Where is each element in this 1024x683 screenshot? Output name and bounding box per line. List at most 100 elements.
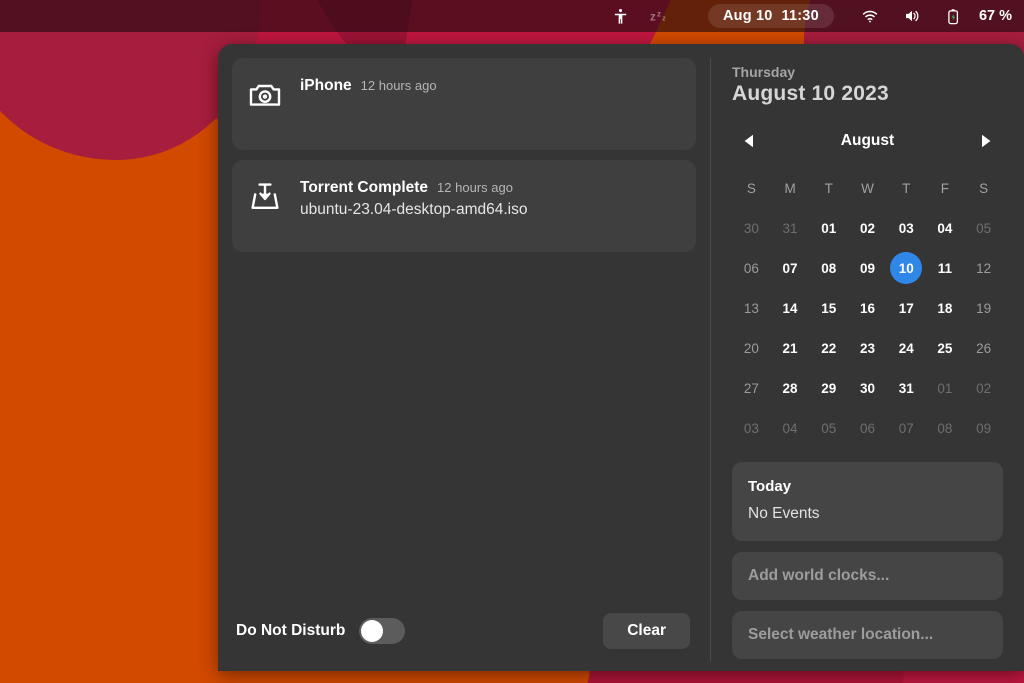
calendar-day-initial: S	[979, 180, 989, 196]
notification-item[interactable]: Torrent Complete 12 hours ago ubuntu-23.…	[232, 160, 696, 252]
top-bar-center-region: z z z Aug 10 11:30 67 %	[600, 0, 1024, 32]
calendar-day[interactable]: 18	[929, 292, 961, 324]
calendar-day[interactable]: 20	[735, 332, 767, 364]
calendar-day[interactable]: 01	[813, 212, 845, 244]
calendar-day[interactable]: 08	[929, 412, 961, 444]
calendar-day[interactable]: 29	[813, 372, 845, 404]
notification-message: ubuntu-23.04-desktop-amd64.iso	[300, 201, 528, 218]
chevron-left-icon[interactable]	[736, 128, 762, 154]
calendar-day-initial: M	[784, 180, 796, 196]
calendar-day[interactable]: 06	[851, 412, 883, 444]
calendar-day[interactable]: 08	[813, 252, 845, 284]
download-tray-icon	[246, 178, 284, 216]
desktop: z z z Aug 10 11:30 67 % iPhone 12 hours …	[0, 0, 1024, 683]
calendar-day-initial: W	[861, 180, 874, 196]
calendar-day[interactable]: 03	[735, 412, 767, 444]
notifications-column: iPhone 12 hours ago Torrent Complete 12 …	[218, 44, 710, 671]
calendar-day-initial: S	[746, 180, 756, 196]
calendar-day[interactable]: 21	[774, 332, 806, 364]
calendar-day[interactable]: 06	[735, 252, 767, 284]
zzz-sleep-icon[interactable]: z z z	[640, 0, 680, 32]
calendar-day[interactable]: 28	[774, 372, 806, 404]
events-title: Today	[748, 478, 792, 495]
do-not-disturb-toggle[interactable]	[359, 618, 406, 644]
notification-body: Torrent Complete 12 hours ago ubuntu-23.…	[300, 176, 682, 219]
calendar-day[interactable]: 11	[929, 252, 961, 284]
calendar-day[interactable]: 13	[735, 292, 767, 324]
notification-title: iPhone	[300, 77, 352, 94]
notification-timestamp: 12 hours ago	[360, 78, 437, 93]
calendar-day[interactable]: 30	[851, 372, 883, 404]
calendar-day[interactable]: 19	[968, 292, 1000, 324]
calendar-day-initial: T	[824, 180, 833, 196]
calendar-day[interactable]: 26	[968, 332, 1000, 364]
calendar-day[interactable]: 27	[735, 372, 767, 404]
svg-text:z: z	[650, 11, 656, 23]
calendar-day[interactable]: 14	[774, 292, 806, 324]
calendar-day[interactable]: 31	[774, 212, 806, 244]
calendar-day[interactable]: 30	[735, 212, 767, 244]
calendar-full-date: August 10 2023	[732, 82, 889, 105]
calendar-day[interactable]: 23	[851, 332, 883, 364]
calendar-day-initial: T	[902, 180, 911, 196]
notification-body: iPhone 12 hours ago	[300, 74, 682, 95]
events-card[interactable]: Today No Events	[732, 462, 1003, 541]
notification-header: iPhone 12 hours ago	[300, 77, 682, 95]
notification-header: Torrent Complete 12 hours ago	[300, 179, 682, 197]
calendar-day[interactable]: 01	[929, 372, 961, 404]
clock-time: 11:30	[781, 8, 819, 24]
svg-text:z: z	[662, 15, 666, 22]
events-body: No Events	[748, 505, 820, 522]
calendar-day[interactable]: 02	[851, 212, 883, 244]
weather-location-button[interactable]: Select weather location...	[732, 611, 1003, 659]
clock-button[interactable]: Aug 10 11:30	[708, 4, 834, 28]
chevron-right-icon[interactable]	[973, 128, 999, 154]
calendar-day[interactable]: 05	[813, 412, 845, 444]
notification-title: Torrent Complete	[300, 179, 429, 196]
calendar-day-initial: F	[940, 180, 950, 196]
calendar-day[interactable]: 07	[890, 412, 922, 444]
calendar-day[interactable]: 04	[774, 412, 806, 444]
calendar-day[interactable]: 04	[929, 212, 961, 244]
wifi-icon[interactable]	[850, 0, 890, 32]
calendar-day[interactable]: 03	[890, 212, 922, 244]
calendar-day[interactable]: 16	[851, 292, 883, 324]
notification-list: iPhone 12 hours ago Torrent Complete 12 …	[232, 58, 696, 597]
calendar-month-label: August	[840, 132, 895, 149]
notifications-footer: Do Not Disturb Clear	[232, 597, 696, 671]
calendar-day[interactable]: 09	[851, 252, 883, 284]
world-clocks-button[interactable]: Add world clocks...	[732, 552, 1003, 600]
calendar-grid[interactable]: S M T W T F S 30 31 01 02 03 04 05 06 07 08 09 10 11 12 13 14 1…	[732, 168, 1003, 448]
system-status-area[interactable]: 67 %	[850, 0, 1012, 32]
calendar-day[interactable]: 12	[968, 252, 1000, 284]
battery-charging-icon[interactable]	[934, 0, 974, 32]
calendar-day-selected[interactable]: 10	[890, 252, 923, 284]
toggle-knob	[361, 620, 384, 642]
calendar-day[interactable]: 22	[813, 332, 845, 364]
notification-timestamp: 12 hours ago	[437, 180, 513, 195]
battery-percentage: 67 %	[978, 8, 1012, 24]
calendar-day[interactable]: 15	[813, 292, 845, 324]
calendar-day[interactable]: 31	[890, 372, 922, 404]
calendar-day[interactable]: 24	[890, 332, 922, 364]
calendar-day[interactable]: 25	[929, 332, 961, 364]
calendar-weekday: Thursday	[732, 64, 796, 80]
calendar-day[interactable]: 17	[890, 292, 922, 324]
month-navigation: August	[732, 128, 1003, 154]
calendar-column: Thursday August 10 2023 August S M T W T F S 30…	[711, 44, 1024, 671]
top-bar-left-region[interactable]	[0, 0, 600, 32]
calendar-notification-panel: iPhone 12 hours ago Torrent Complete 12 …	[218, 44, 1024, 671]
notification-item[interactable]: iPhone 12 hours ago	[232, 58, 696, 150]
calendar-day[interactable]: 09	[968, 412, 1000, 444]
calendar-day[interactable]: 02	[968, 372, 1000, 404]
top-bar: z z z Aug 10 11:30 67 %	[0, 0, 1024, 32]
do-not-disturb-control[interactable]: Do Not Disturb	[236, 618, 406, 644]
clock-date: Aug 10	[723, 8, 773, 24]
svg-text:z: z	[657, 8, 661, 18]
volume-icon[interactable]	[892, 0, 932, 32]
calendar-day[interactable]: 07	[774, 252, 806, 284]
accessibility-icon[interactable]	[600, 0, 640, 32]
clear-button[interactable]: Clear	[603, 613, 690, 649]
do-not-disturb-label: Do Not Disturb	[236, 622, 346, 639]
calendar-day[interactable]: 05	[968, 212, 1000, 244]
